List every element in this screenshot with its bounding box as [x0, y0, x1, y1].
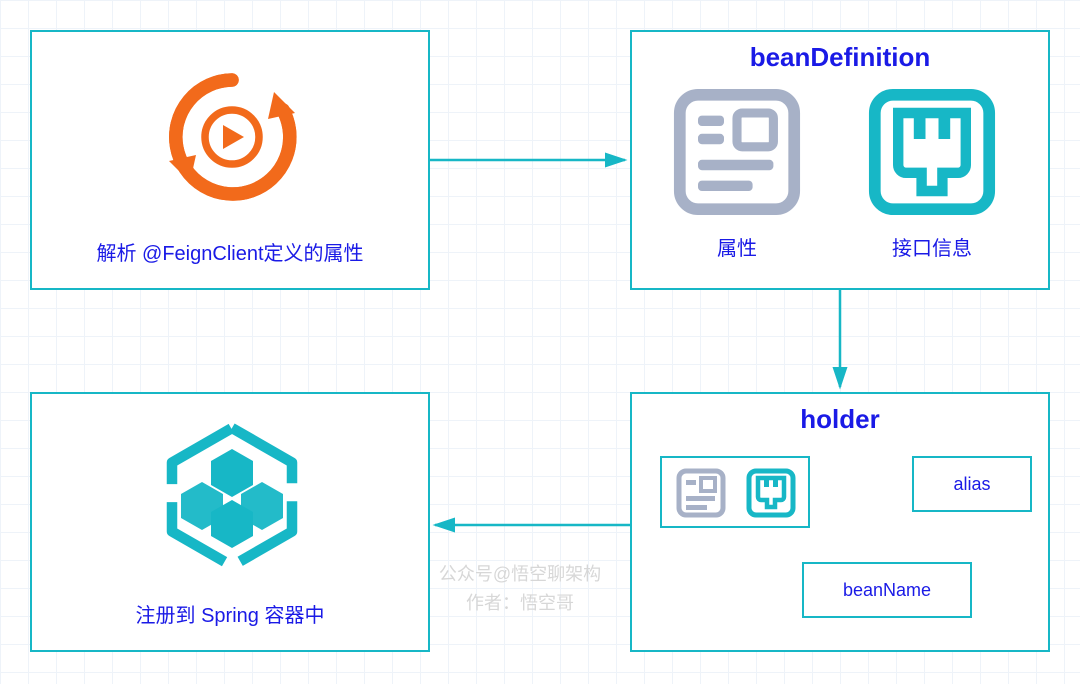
arrow-br-to-bl [430, 515, 630, 535]
holder-bean-name-box: beanName [802, 562, 972, 618]
box-bean-definition: beanDefinition 属性 接口信息 [630, 30, 1050, 290]
box-parse-feignclient: 解析 @FeignClient定义的属性 [30, 30, 430, 290]
parse-caption: 解析 @FeignClient定义的属性 [32, 237, 428, 266]
watermark-line2: 作者：悟空哥 [410, 589, 630, 618]
properties-icon [672, 87, 802, 217]
watermark-line1: 公众号@悟空聊架构 [410, 560, 630, 589]
holder-mini-bean-definition [660, 456, 810, 528]
interface-icon [867, 87, 997, 217]
properties-caption: 属性 [672, 232, 802, 261]
alias-label: alias [953, 474, 990, 495]
bean-name-label: beanName [843, 580, 931, 601]
interface-caption: 接口信息 [867, 232, 997, 261]
cube-cluster-icon [157, 422, 307, 572]
watermark: 公众号@悟空聊架构 作者：悟空哥 [410, 560, 630, 618]
arrow-tl-to-tr [430, 150, 630, 170]
interface-icon-small [746, 468, 796, 518]
properties-icon-small [676, 468, 726, 518]
holder-title: holder [632, 404, 1048, 435]
box-holder: holder alias beanName [630, 392, 1050, 652]
register-caption: 注册到 Spring 容器中 [32, 599, 428, 628]
box-register-spring: 注册到 Spring 容器中 [30, 392, 430, 652]
holder-alias-box: alias [912, 456, 1032, 512]
bean-definition-title: beanDefinition [632, 42, 1048, 73]
refresh-play-icon [157, 62, 307, 212]
arrow-tr-to-br [830, 290, 850, 392]
